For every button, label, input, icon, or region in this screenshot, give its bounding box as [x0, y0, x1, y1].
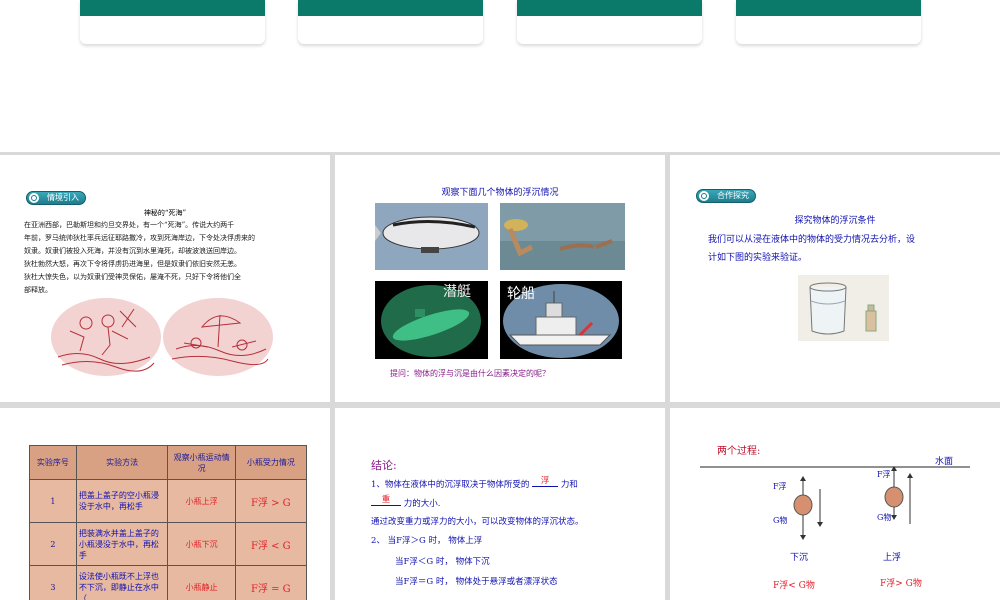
conclusion-line-1: 1、物体在液体中的沉浮取决于物体所受的 浮 力和	[371, 476, 578, 491]
airship-photo	[375, 203, 488, 270]
row-method: 把盖上盖子的空小瓶浸没于水中，再松手	[75, 479, 169, 523]
text-span: 力和	[560, 480, 578, 490]
table-row: 1 把盖上盖子的空小瓶浸没于水中，再松手 小瓶上浮 F浮 > G	[29, 479, 308, 523]
top-slide-thumb-1[interactable]	[80, 0, 265, 44]
row-motion: 小瓶静止	[167, 565, 236, 600]
conclusion-line-4: 当F浮＜G 时， 物体下沉	[395, 557, 490, 567]
story-line: 狄杜勃然大怒，再次下令将俘虏扔进海里，但是奴隶们依旧安然无恙。	[24, 260, 241, 268]
question-text: 提问：物体的浮与沉是由什么因素决定的呢？	[390, 369, 550, 378]
slide-title: 探究物体的浮沉条件	[794, 216, 876, 226]
sink-condition: F浮< G物	[773, 581, 815, 591]
row-method: 设法使小瓶既不上浮也不下沉，即静止在水中（	[75, 565, 169, 600]
story-line: 狄杜大惊失色，以为奴隶们受神灵保佑，屡淹不死，只好下令将他们全	[24, 273, 241, 281]
row-motion: 小瓶下沉	[167, 522, 236, 566]
dead-sea-illustration-1	[51, 298, 161, 376]
badge-label: 情境引入	[47, 193, 79, 202]
conclusion-heading: 结论:	[371, 459, 397, 472]
body-line: 计如下图的实验来验证。	[708, 253, 808, 263]
buoyancy-label-sink: F浮	[773, 482, 787, 491]
beaker-bottle-image	[798, 275, 889, 341]
row-method: 把装满水并盖上盖子的小瓶浸没于水中，再松手	[75, 522, 169, 566]
text-span: 1、物体在液体中的沉浮取决于物体所受的	[371, 480, 530, 490]
conclusion-line-5: 当F浮＝G 时， 物体处于悬浮或者漂浮状态	[395, 577, 558, 587]
row-force: F浮 = G	[234, 565, 308, 600]
header-cell: 实验序号	[29, 445, 77, 480]
row-motion: 小瓶上浮	[167, 479, 236, 523]
rise-label: 上浮	[883, 553, 902, 563]
row-number: 2	[29, 522, 77, 566]
thumb-band	[298, 0, 483, 16]
story-line: 年前，罗马统帅狄杜率兵远征耶路撒冷，攻到死海岸边，下令处决俘虏来的	[24, 234, 255, 242]
header-cell: 小瓶受力情况	[234, 445, 308, 480]
force-diagram	[700, 466, 970, 540]
slide-title: 两个过程:	[717, 446, 761, 457]
thumb-band	[80, 0, 265, 16]
story-text: 在亚洲西部，巴勒斯坦和约旦交界处，有一个“死海”。传说大约两千 年前，罗马统帅狄…	[24, 219, 314, 297]
top-slide-thumb-2[interactable]	[298, 0, 483, 44]
header-cell: 观察小瓶运动情况	[167, 445, 236, 480]
row-number: 1	[29, 479, 77, 523]
ship-label: 轮船	[507, 286, 535, 302]
dead-sea-illustration-2	[163, 298, 273, 376]
slide-observe[interactable]: 观察下面几个物体的浮沉情况 潜艇 轮船 提问：物体的浮与沉是由什么因素决定的呢？	[335, 155, 665, 402]
row-number: 3	[29, 565, 77, 600]
table-row: 3 设法使小瓶既不上浮也不下沉，即静止在水中（ 小瓶静止 F浮 = G	[29, 565, 308, 600]
top-slide-thumb-4[interactable]	[736, 0, 921, 44]
top-slide-thumb-3[interactable]	[517, 0, 702, 44]
table-header-row: 实验序号 实验方法 观察小瓶运动情况 小瓶受力情况	[29, 445, 308, 480]
section-badge: 合作探究	[696, 189, 756, 203]
sink-label: 下沉	[790, 553, 809, 563]
conclusion-line-2: 通过改变重力或浮力的大小，可以改变物体的浮沉状态。	[371, 517, 584, 527]
story-line: 奴隶。奴隶们被投入死海，并没有沉到水里淹死，却被波浪送回岸边。	[24, 247, 241, 255]
text-span: 力的大小.	[403, 499, 441, 509]
rise-condition: F浮> G物	[880, 579, 922, 589]
conclusion-line-1b: 重 力的大小.	[371, 495, 441, 510]
table-row: 2 把装满水并盖上盖子的小瓶浸没于水中，再松手 小瓶下沉 F浮 < G	[29, 522, 308, 566]
blank-gravity: 重	[371, 493, 401, 506]
experiment-table: 实验序号 实验方法 观察小瓶运动情况 小瓶受力情况 1 把盖上盖子的空小瓶浸没于…	[29, 445, 308, 600]
story-line: 部释放。	[24, 286, 52, 294]
story-line: 在亚洲西部，巴勒斯坦和约旦交界处，有一个“死海”。传说大约两千	[24, 221, 235, 229]
slide-body: 我们可以从浸在液体中的物体的受力情况去分析，设 计如下图的实验来验证。	[708, 231, 915, 267]
row-force: F浮 < G	[234, 522, 308, 566]
slide-explore[interactable]: 合作探究 探究物体的浮沉条件 我们可以从浸在液体中的物体的受力情况去分析，设 计…	[670, 155, 1000, 402]
floating-person-photo	[500, 203, 625, 270]
slide-conclusion[interactable]: 结论: 1、物体在液体中的沉浮取决于物体所受的 浮 力和 重 力的大小. 通过改…	[335, 408, 665, 600]
slide-experiment-table[interactable]: 实验序号 实验方法 观察小瓶运动情况 小瓶受力情况 1 把盖上盖子的空小瓶浸没于…	[0, 408, 330, 600]
gravity-label-rise: G物	[877, 513, 892, 522]
slide-two-processes[interactable]: 两个过程: 水面 F浮 G物 F浮 G物 下沉 上浮 F浮< G物 F浮> G物	[670, 408, 1000, 600]
section-badge: 情境引入	[26, 191, 86, 205]
submarine-photo	[375, 281, 488, 359]
slide-title: 神秘的“死海”	[143, 209, 187, 217]
header-cell: 实验方法	[75, 445, 169, 480]
badge-label: 合作探究	[717, 191, 749, 200]
submarine-label: 潜艇	[443, 284, 471, 300]
buoyancy-label-rise: F浮	[877, 470, 891, 479]
body-line: 我们可以从浸在液体中的物体的受力情况去分析，设	[708, 235, 916, 245]
thumb-band	[517, 0, 702, 16]
thumb-band	[736, 0, 921, 16]
sinking-ball-diagram	[793, 476, 823, 540]
slide-dead-sea[interactable]: 情境引入 神秘的“死海” 在亚洲西部，巴勒斯坦和约旦交界处，有一个“死海”。传说…	[0, 155, 330, 402]
conclusion-line-3: 2、 当F浮＞G 时， 物体上浮	[371, 536, 483, 546]
search-icon	[699, 191, 709, 201]
slide-title: 观察下面几个物体的浮沉情况	[441, 188, 559, 198]
search-icon	[29, 193, 39, 203]
row-force: F浮 > G	[234, 479, 308, 523]
blank-buoyancy: 浮	[532, 474, 559, 487]
gravity-label-sink: G物	[773, 516, 788, 525]
